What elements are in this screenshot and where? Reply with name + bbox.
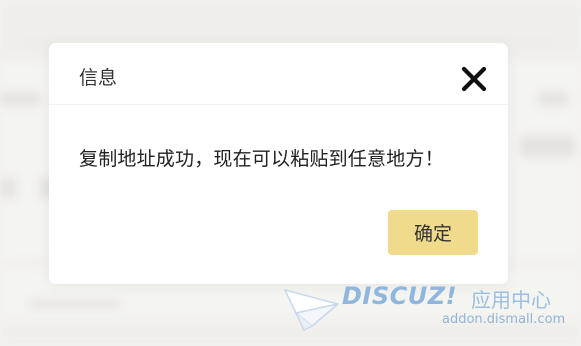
watermark-suffix: 应用中心 bbox=[471, 288, 551, 312]
watermark-brand: DISCUZ! bbox=[342, 282, 458, 310]
close-icon bbox=[461, 66, 487, 92]
info-dialog: 信息 复制地址成功，现在可以粘贴到任意地方！ 确定 bbox=[49, 43, 508, 284]
discuz-watermark: DISCUZ! 应用中心 addon.dismall.com bbox=[282, 282, 572, 338]
dialog-message: 复制地址成功，现在可以粘贴到任意地方！ bbox=[79, 148, 444, 170]
confirm-button[interactable]: 确定 bbox=[388, 210, 478, 255]
watermark-url: addon.dismall.com bbox=[442, 312, 566, 327]
dialog-title: 信息 bbox=[79, 67, 118, 89]
dialog-header: 信息 bbox=[49, 43, 508, 105]
paper-plane-icon bbox=[283, 288, 339, 332]
close-button[interactable] bbox=[459, 64, 489, 94]
